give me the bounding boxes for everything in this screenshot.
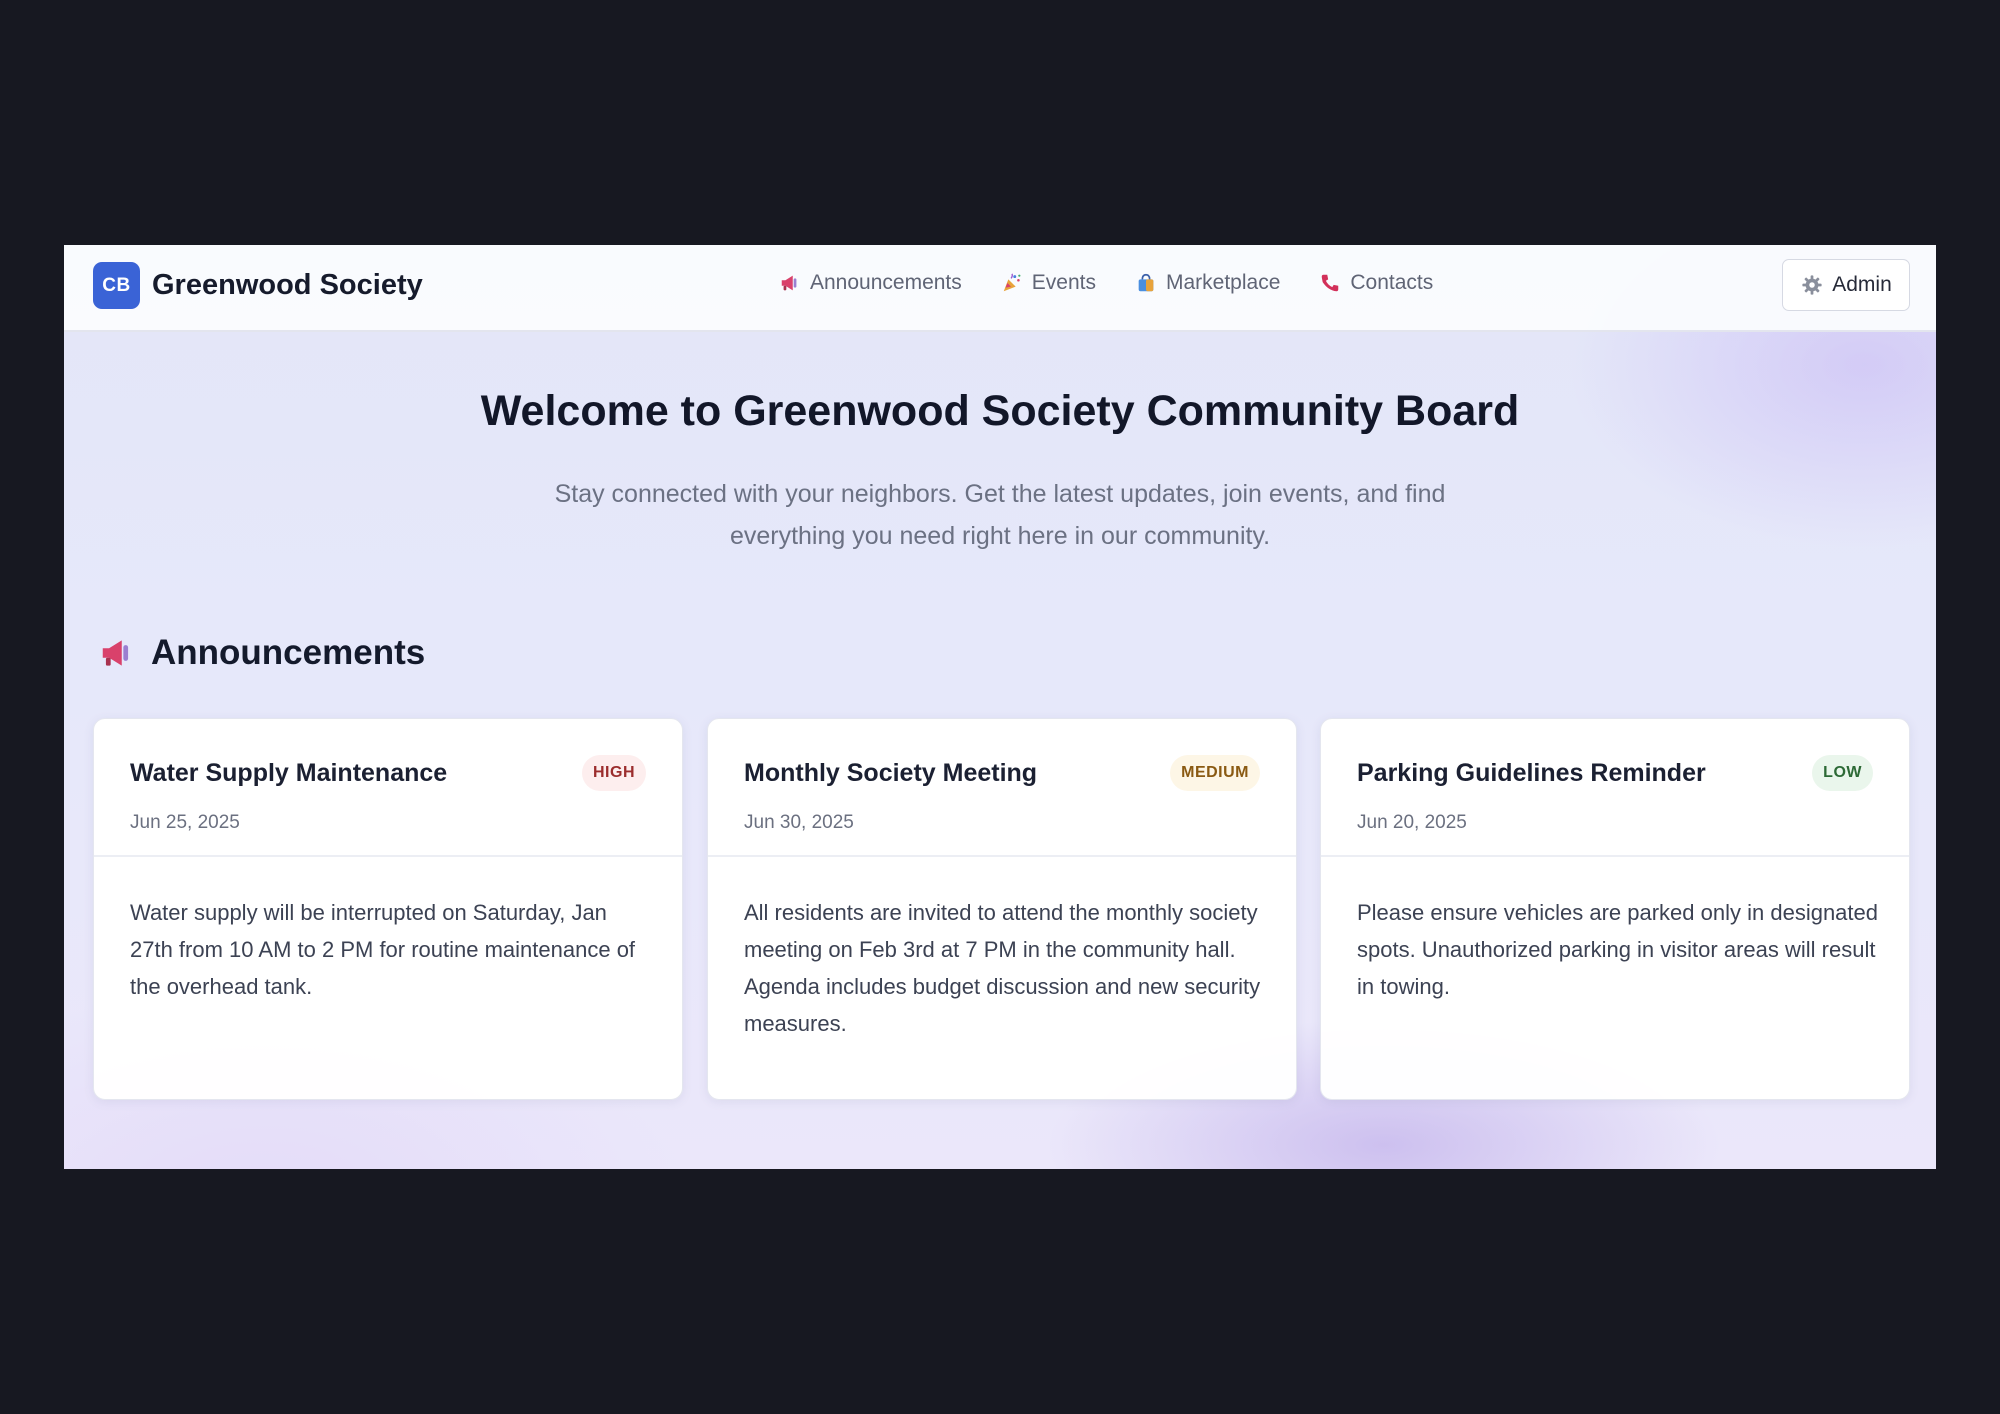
card-date: Jun 20, 2025 xyxy=(1357,812,1467,833)
brand-logo: CB xyxy=(93,262,140,309)
card-date: Jun 30, 2025 xyxy=(744,812,854,833)
card-header: Parking Guidelines Reminder LOW Jun 20, … xyxy=(1321,719,1909,857)
card-header: Water Supply Maintenance HIGH Jun 25, 20… xyxy=(94,719,682,857)
priority-badge: LOW xyxy=(1812,755,1873,791)
nav-link-label: Events xyxy=(1031,271,1096,294)
nav-link-contacts[interactable]: Contacts xyxy=(1318,271,1433,295)
nav-link-label: Contacts xyxy=(1350,271,1434,294)
admin-label: Admin xyxy=(1832,273,1892,296)
gear-icon xyxy=(1800,273,1824,297)
page-subtitle: Stay connected with your neighbors. Get … xyxy=(554,480,1446,550)
nav-link-announcements[interactable]: Announcements xyxy=(778,271,962,295)
card-header: Monthly Society Meeting MEDIUM Jun 30, 2… xyxy=(708,719,1296,857)
nav-link-label: Announcements xyxy=(810,271,962,294)
card-body: All residents are invited to attend the … xyxy=(744,900,1261,1036)
nav-link-events[interactable]: Events xyxy=(1000,271,1096,295)
card-title: Parking Guidelines Reminder xyxy=(1357,759,1706,787)
megaphone-icon xyxy=(97,633,137,673)
shopping-bag-icon xyxy=(1134,271,1158,295)
card-title: Monthly Society Meeting xyxy=(744,759,1038,787)
announcement-card[interactable]: Parking Guidelines Reminder LOW Jun 20, … xyxy=(1320,718,1910,1100)
card-body: Water supply will be interrupted on Satu… xyxy=(130,900,636,999)
phone-icon xyxy=(1318,271,1342,295)
card-title: Water Supply Maintenance xyxy=(130,759,448,787)
app-window: CB Greenwood Society Announcements Event… xyxy=(64,245,1936,1169)
priority-badge: MEDIUM xyxy=(1170,755,1260,791)
nav-link-marketplace[interactable]: Marketplace xyxy=(1134,271,1280,295)
section-title: Announcements xyxy=(151,633,426,672)
announcements-section-header: Announcements xyxy=(97,633,425,673)
announcement-card[interactable]: Monthly Society Meeting MEDIUM Jun 30, 2… xyxy=(707,718,1297,1100)
brand[interactable]: CB Greenwood Society xyxy=(93,262,423,309)
megaphone-icon xyxy=(778,271,802,295)
priority-badge: HIGH xyxy=(582,755,646,791)
page-title: Welcome to Greenwood Society Community B… xyxy=(480,387,1520,435)
top-navbar: CB Greenwood Society Announcements Event… xyxy=(64,245,1936,332)
card-body: Please ensure vehicles are parked only i… xyxy=(1357,900,1878,999)
party-popper-icon xyxy=(1000,271,1024,295)
card-date: Jun 25, 2025 xyxy=(130,812,240,833)
brand-name: Greenwood Society xyxy=(152,269,423,301)
announcement-card[interactable]: Water Supply Maintenance HIGH Jun 25, 20… xyxy=(93,718,683,1100)
admin-button[interactable]: Admin xyxy=(1782,259,1910,311)
nav-link-label: Marketplace xyxy=(1165,271,1281,294)
nav-links: Announcements Events Marketplace Contact… xyxy=(778,271,1433,295)
